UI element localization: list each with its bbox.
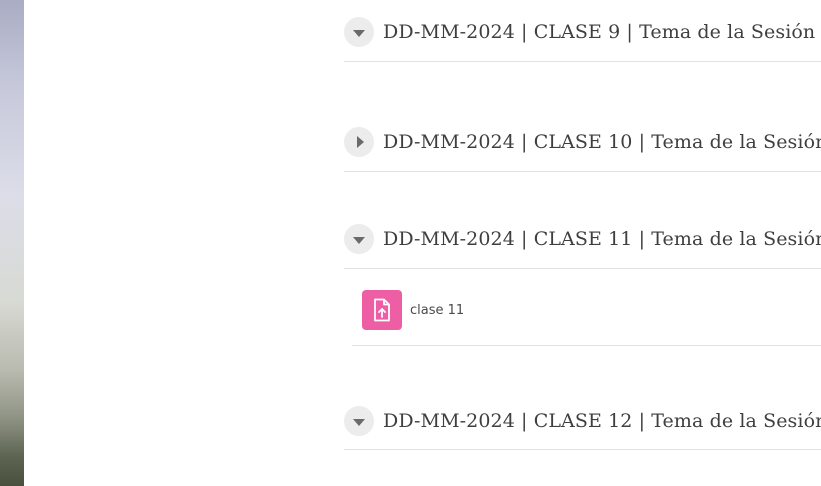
collapse-toggle-clase-11[interactable] bbox=[344, 224, 374, 254]
section-title-clase-9[interactable]: DD-MM-2024 | CLASE 9 | Tema de la Sesión… bbox=[383, 21, 821, 43]
expand-toggle-clase-10[interactable] bbox=[344, 127, 374, 157]
section-clase-11: DD-MM-2024 | CLASE 11 | Tema de la Sesió… bbox=[344, 223, 821, 255]
chevron-right-icon bbox=[356, 136, 364, 148]
collapse-toggle-clase-12[interactable] bbox=[344, 406, 374, 436]
activity-name[interactable]: clase 11 bbox=[410, 303, 464, 318]
section-header-clase-10[interactable]: DD-MM-2024 | CLASE 10 | Tema de la Sesió… bbox=[344, 126, 821, 158]
collapse-toggle-clase-9[interactable] bbox=[344, 17, 374, 47]
section-title-clase-12[interactable]: DD-MM-2024 | CLASE 12 | Tema de la Sesió… bbox=[383, 410, 821, 432]
section-header-clase-11[interactable]: DD-MM-2024 | CLASE 11 | Tema de la Sesió… bbox=[344, 223, 821, 255]
course-page: DD-MM-2024 | CLASE 9 | Tema de la Sesión… bbox=[0, 0, 821, 486]
activity-divider bbox=[352, 345, 821, 346]
section-clase-12: DD-MM-2024 | CLASE 12 | Tema de la Sesió… bbox=[344, 405, 821, 437]
section-clase-10: DD-MM-2024 | CLASE 10 | Tema de la Sesió… bbox=[344, 126, 821, 158]
section-header-clase-12[interactable]: DD-MM-2024 | CLASE 12 | Tema de la Sesió… bbox=[344, 405, 821, 437]
section-title-clase-10[interactable]: DD-MM-2024 | CLASE 10 | Tema de la Sesió… bbox=[383, 131, 821, 153]
section-header-clase-9[interactable]: DD-MM-2024 | CLASE 9 | Tema de la Sesión… bbox=[344, 16, 821, 48]
chevron-down-icon bbox=[353, 418, 365, 426]
background-image-strip bbox=[0, 0, 24, 486]
section-divider bbox=[344, 449, 821, 450]
chevron-down-icon bbox=[353, 236, 365, 244]
chevron-down-icon bbox=[353, 29, 365, 37]
section-divider bbox=[344, 268, 821, 269]
activity-item[interactable]: clase 11 bbox=[362, 290, 464, 330]
section-clase-9: DD-MM-2024 | CLASE 9 | Tema de la Sesión… bbox=[344, 16, 821, 48]
section-divider bbox=[344, 61, 821, 62]
section-title-clase-11[interactable]: DD-MM-2024 | CLASE 11 | Tema de la Sesió… bbox=[383, 228, 821, 250]
file-upload-icon[interactable] bbox=[362, 290, 402, 330]
file-upload-glyph bbox=[374, 298, 390, 322]
section-divider bbox=[344, 171, 821, 172]
course-content: DD-MM-2024 | CLASE 9 | Tema de la Sesión… bbox=[344, 0, 821, 486]
